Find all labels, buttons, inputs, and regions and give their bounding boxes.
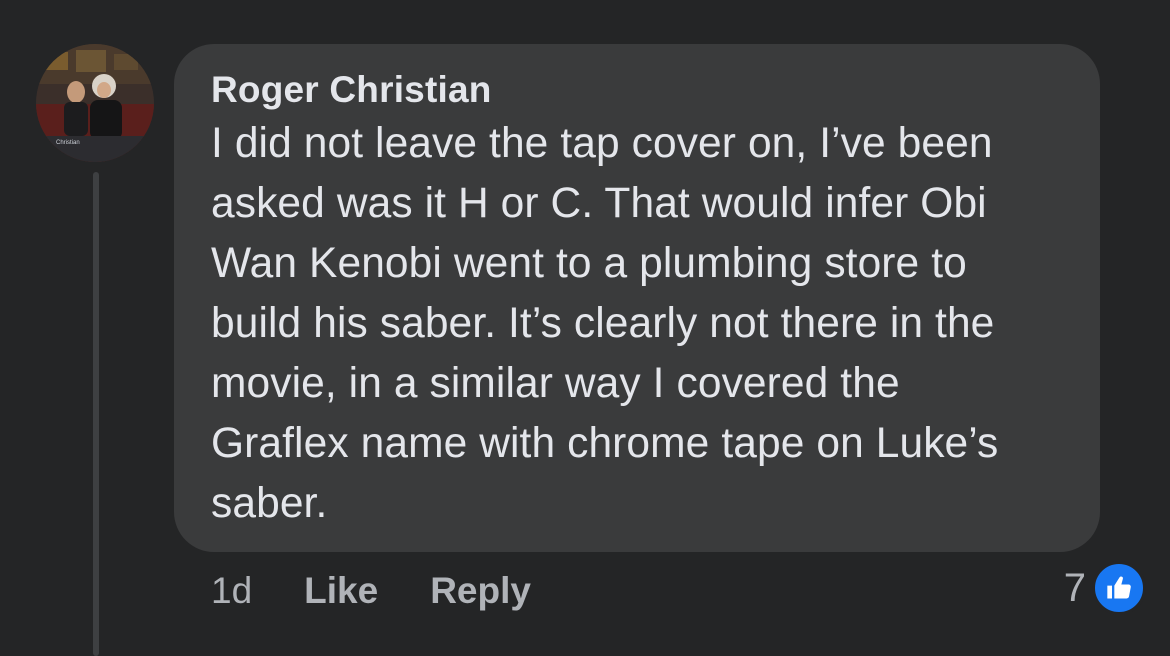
timestamp[interactable]: 1d	[211, 566, 252, 616]
avatar-photo: Christian	[36, 44, 154, 162]
avatar-caption: Christian	[56, 140, 80, 146]
thread-line	[93, 172, 99, 656]
comment-text: I did not leave the tap cover on, I’ve b…	[211, 120, 999, 527]
reactions-summary[interactable]: 7	[1063, 561, 1146, 615]
comment-bubble: Roger Christian I did not leave the tap …	[174, 44, 1100, 552]
reply-button[interactable]: Reply	[430, 566, 531, 616]
thumbs-up-icon	[1092, 561, 1146, 615]
comment-view: Christian Roger Christian I did not leav…	[0, 0, 1170, 656]
reaction-count: 7	[1063, 565, 1086, 610]
avatar[interactable]: Christian	[36, 44, 154, 162]
comment-actions: 1d Like Reply	[211, 566, 531, 616]
like-button[interactable]: Like	[304, 566, 378, 616]
author-name[interactable]: Roger Christian	[211, 68, 1062, 112]
